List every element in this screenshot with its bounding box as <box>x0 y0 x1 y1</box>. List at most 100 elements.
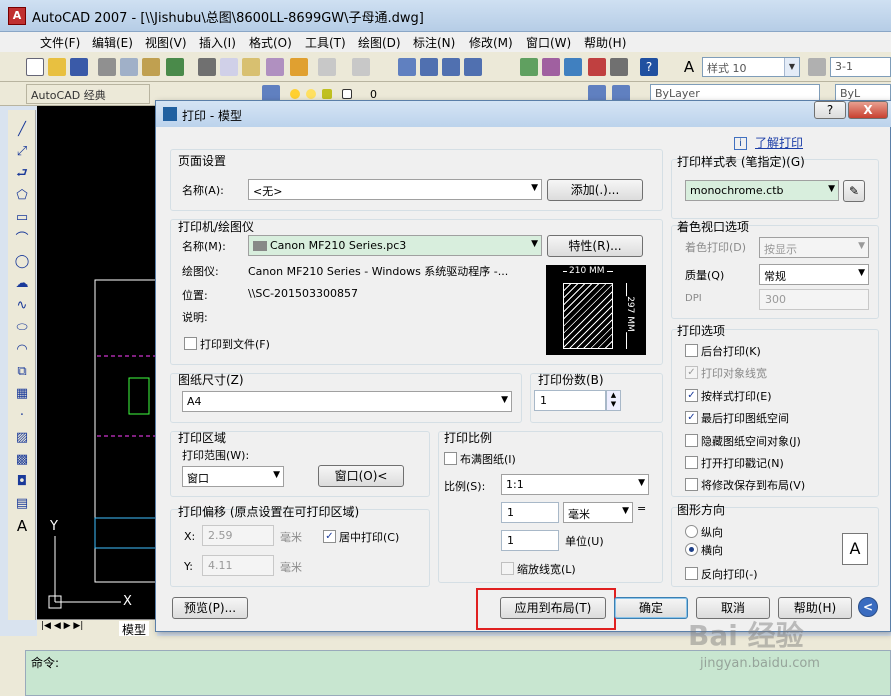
print-to-file-checkbox[interactable] <box>184 337 197 350</box>
ellipse-arc-icon[interactable]: ◠ <box>13 342 31 358</box>
new-file-icon[interactable] <box>26 58 44 76</box>
insert-block-icon[interactable]: ⧉ <box>13 364 31 380</box>
portrait-radio[interactable] <box>685 525 698 538</box>
construction-line-icon[interactable]: ⤢ <box>13 144 31 160</box>
center-plot-checkbox[interactable]: ✓ <box>323 530 336 543</box>
layer-lock-icon[interactable] <box>322 89 332 99</box>
window-select-button[interactable]: 窗口(O)< <box>318 465 404 487</box>
gradient-icon[interactable]: ▩ <box>13 452 31 468</box>
pan-icon[interactable] <box>398 58 416 76</box>
text-icon[interactable]: A <box>13 518 31 534</box>
menu-insert[interactable]: 插入(I) <box>199 34 236 51</box>
preview-button[interactable]: 预览(P)... <box>172 597 248 619</box>
edit-plot-style-button[interactable]: ✎ <box>843 180 865 202</box>
fit-to-paper-checkbox[interactable] <box>444 452 457 465</box>
hatch-icon[interactable]: ▨ <box>13 430 31 446</box>
copy-icon[interactable] <box>220 58 238 76</box>
dialog-close-button[interactable]: X <box>848 101 888 119</box>
printer-properties-button[interactable]: 特性(R)... <box>547 235 643 257</box>
menu-view[interactable]: 视图(V) <box>145 34 187 51</box>
shade-plot-dropdown[interactable]: 按显示 ▼ <box>759 237 869 258</box>
zoom-realtime-icon[interactable] <box>420 58 438 76</box>
polygon-icon[interactable]: ⬠ <box>13 188 31 204</box>
dialog-help-button[interactable]: ? <box>814 101 846 119</box>
open-file-icon[interactable] <box>48 58 66 76</box>
page-setup-name-dropdown[interactable]: <无> ▼ <box>248 179 542 200</box>
scale-drawing-units-input[interactable]: 1 <box>501 530 559 551</box>
revcloud-icon[interactable]: ☁ <box>13 276 31 292</box>
design-center-icon[interactable] <box>542 58 560 76</box>
plot-stamp-checkbox[interactable] <box>685 456 698 469</box>
zoom-previous-icon[interactable] <box>464 58 482 76</box>
line-icon[interactable]: ╱ <box>13 122 31 138</box>
printer-name-dropdown[interactable]: Canon MF210 Series.pc3 ▼ <box>248 235 542 256</box>
ellipse-icon[interactable]: ⬭ <box>13 320 31 336</box>
plot-preview-icon[interactable] <box>120 58 138 76</box>
workspace-combo[interactable]: AutoCAD 经典 <box>26 84 150 104</box>
dim-style-combo[interactable]: 3-1 <box>830 57 891 77</box>
save-icon[interactable] <box>70 58 88 76</box>
tab-nav-arrows[interactable]: |◀ ◀ ▶ ▶| <box>41 621 83 631</box>
paper-size-dropdown[interactable]: A4 ▼ <box>182 391 512 412</box>
block-editor-icon[interactable] <box>290 58 308 76</box>
calculator-icon[interactable] <box>610 58 628 76</box>
undo-icon[interactable] <box>318 58 336 76</box>
layer-thaw-icon[interactable] <box>306 89 316 99</box>
menu-tools[interactable]: 工具(T) <box>305 34 346 51</box>
scale-lineweights-checkbox[interactable] <box>501 562 514 575</box>
make-block-icon[interactable]: ▦ <box>13 386 31 402</box>
plot-range-dropdown[interactable]: 窗口 ▼ <box>182 466 284 487</box>
background-plot-checkbox[interactable] <box>685 344 698 357</box>
scale-unit-dropdown[interactable]: 毫米 ▼ <box>563 502 633 523</box>
region-icon[interactable]: ◘ <box>13 474 31 490</box>
drawing-canvas[interactable]: Y X <box>37 106 157 636</box>
tool-palettes-icon[interactable] <box>564 58 582 76</box>
scale-dropdown[interactable]: 1:1 ▼ <box>501 474 649 495</box>
scale-paper-units-input[interactable]: 1 <box>501 502 559 523</box>
match-properties-icon[interactable] <box>266 58 284 76</box>
layer-on-icon[interactable] <box>290 89 300 99</box>
circle-icon[interactable]: ◯ <box>13 254 31 270</box>
plot-style-dropdown[interactable]: monochrome.ctb ▼ <box>685 180 839 201</box>
table-icon[interactable]: ▤ <box>13 496 31 512</box>
print-icon[interactable] <box>98 58 116 76</box>
paste-icon[interactable] <box>242 58 260 76</box>
menu-modify[interactable]: 修改(M) <box>469 34 513 51</box>
properties-icon[interactable] <box>520 58 538 76</box>
landscape-radio[interactable] <box>685 543 698 556</box>
help-icon[interactable]: ? <box>640 58 658 76</box>
polyline-icon[interactable]: ⮐ <box>13 166 31 182</box>
3d-dwf-icon[interactable] <box>166 58 184 76</box>
text-style-combo[interactable]: 样式 10 ▼ <box>702 57 800 77</box>
dpi-input[interactable]: 300 <box>759 289 869 310</box>
rectangle-icon[interactable]: ▭ <box>13 210 31 226</box>
menu-draw[interactable]: 绘图(D) <box>358 34 401 51</box>
redo-icon[interactable] <box>352 58 370 76</box>
plot-lineweights-checkbox[interactable]: ✓ <box>685 366 698 379</box>
ok-button[interactable]: 确定 <box>614 597 688 619</box>
offset-x-input[interactable]: 2.59 <box>202 525 274 546</box>
quality-dropdown[interactable]: 常规 ▼ <box>759 264 869 285</box>
save-to-layout-checkbox[interactable] <box>685 478 698 491</box>
copies-input[interactable]: 1 <box>534 390 606 411</box>
spline-icon[interactable]: ∿ <box>13 298 31 314</box>
offset-y-input[interactable]: 4.11 <box>202 555 274 576</box>
fewer-options-button[interactable]: < <box>858 597 878 617</box>
hide-paperspace-objects-checkbox[interactable] <box>685 434 698 447</box>
point-icon[interactable]: · <box>13 408 31 424</box>
sheet-set-icon[interactable] <box>588 58 606 76</box>
plot-paperspace-last-checkbox[interactable]: ✓ <box>685 411 698 424</box>
menu-edit[interactable]: 编辑(E) <box>92 34 133 51</box>
copies-spinner[interactable]: ▲ ▼ <box>606 390 621 411</box>
menu-help[interactable]: 帮助(H) <box>584 34 626 51</box>
cut-icon[interactable] <box>198 58 216 76</box>
plot-upside-down-checkbox[interactable] <box>685 567 698 580</box>
page-setup-add-button[interactable]: 添加(.)... <box>547 179 643 201</box>
publish-icon[interactable] <box>142 58 160 76</box>
arc-icon[interactable]: ⌒ <box>13 232 31 248</box>
menu-dimension[interactable]: 标注(N) <box>413 34 455 51</box>
plot-with-styles-checkbox[interactable]: ✓ <box>685 389 698 402</box>
learn-printing-link[interactable]: 了解打印 <box>755 134 803 151</box>
menu-file[interactable]: 文件(F) <box>40 34 80 51</box>
menu-window[interactable]: 窗口(W) <box>526 34 571 51</box>
